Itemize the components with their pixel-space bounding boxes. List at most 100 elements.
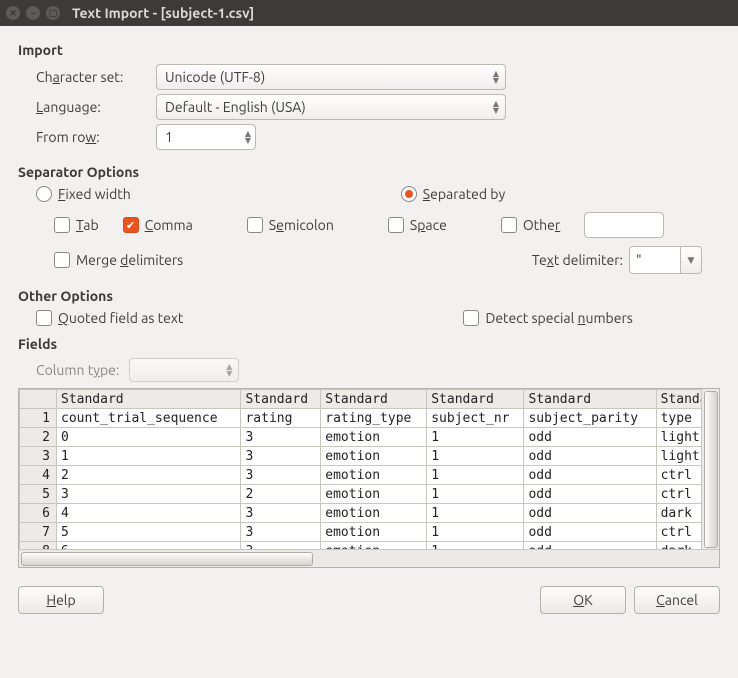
chevron-up-down-icon: ▲▼ [493,70,499,84]
data-cell: 1 [427,447,524,466]
data-cell: 3 [241,447,321,466]
chevron-up-down-icon: ▲▼ [226,363,232,377]
corner-cell [20,390,57,409]
data-cell: rating_type [321,409,427,428]
data-cell: odd [524,542,656,550]
data-cell: odd [524,466,656,485]
data-cell: 1 [427,504,524,523]
detect-numbers-label: Detect special numbers [485,310,632,326]
data-cell: 1 [427,485,524,504]
from-row-label: From row: [36,129,156,145]
semicolon-checkbox[interactable]: Semicolon [247,217,334,233]
column-type-header[interactable]: Standard [427,390,524,409]
comma-checkbox[interactable]: ✔ Comma [123,217,193,233]
data-cell: odd [524,504,656,523]
data-cell: odd [524,485,656,504]
row-number: 2 [20,428,57,447]
column-type-header[interactable]: Standard [241,390,321,409]
column-type-dropdown[interactable]: ▲▼ [129,358,239,382]
space-checkbox[interactable]: Space [388,217,447,233]
other-options-heading: Other Options [18,288,720,304]
from-row-value: 1 [165,129,173,145]
checkbox-icon [247,217,263,233]
data-cell: emotion [321,466,427,485]
data-cell: 1 [57,447,241,466]
data-cell: 6 [57,542,241,550]
data-cell: emotion [321,428,427,447]
tab-label: Tab [76,217,99,233]
text-delimiter-label: Text delimiter: [532,252,623,268]
language-value: Default - English (USA) [165,99,306,115]
detect-numbers-checkbox[interactable]: Detect special numbers [463,310,632,326]
checkbox-icon [388,217,404,233]
data-cell: 3 [241,542,321,550]
window-title: Text Import - [subject-1.csv] [72,5,254,21]
language-dropdown[interactable]: Default - English (USA) ▲▼ [156,94,506,120]
checkbox-icon: ✔ [123,217,139,233]
cancel-button[interactable]: Cancel [634,586,720,614]
tab-checkbox[interactable]: Tab [54,217,99,233]
vertical-scrollbar[interactable] [701,389,719,550]
checkbox-icon [36,310,52,326]
data-cell: 0 [57,428,241,447]
data-cell: 2 [57,466,241,485]
row-number: 3 [20,447,57,466]
text-delimiter-dropdown-button[interactable]: ▼ [681,246,702,274]
minimize-icon[interactable]: – [26,6,40,20]
data-cell: odd [524,447,656,466]
checkbox-icon [54,217,70,233]
data-cell: 1 [427,542,524,550]
separated-by-radio[interactable]: Separated by [401,186,505,202]
data-cell: 3 [57,485,241,504]
data-cell: 3 [241,466,321,485]
column-type-header[interactable]: Standard [524,390,656,409]
other-label: Other [523,217,560,233]
row-number: 6 [20,504,57,523]
separated-by-label: Separated by [423,186,505,202]
separator-heading: Separator Options [18,164,720,180]
fixed-width-radio[interactable]: Fixed width [36,186,131,202]
checkbox-icon [54,252,70,268]
column-type-label: Column type: [36,362,119,378]
data-cell: 1 [427,466,524,485]
data-cell: odd [524,428,656,447]
space-label: Space [410,217,447,233]
quoted-field-checkbox[interactable]: Quoted field as text [36,310,183,326]
data-cell: 2 [241,485,321,504]
close-icon[interactable]: ✕ [6,6,20,20]
radio-icon [36,186,52,202]
data-cell: 4 [57,504,241,523]
comma-label: Comma [145,217,193,233]
row-number: 5 [20,485,57,504]
text-delimiter-input[interactable]: " [629,246,681,274]
row-number: 1 [20,409,57,428]
merge-delimiters-checkbox[interactable]: Merge delimiters [54,252,183,268]
fixed-width-label: Fixed width [58,186,131,202]
ok-button[interactable]: OK [540,586,626,614]
semicolon-label: Semicolon [269,217,334,233]
import-heading: Import [18,42,720,58]
column-type-header[interactable]: Standard [321,390,427,409]
column-type-header[interactable]: Standard [57,390,241,409]
data-cell: emotion [321,504,427,523]
charset-label: Character set: [36,69,156,85]
help-button[interactable]: Help [18,586,104,614]
data-cell: 3 [241,428,321,447]
from-row-spinner[interactable]: 1 ▲▼ [156,124,256,150]
data-cell: 3 [241,523,321,542]
fields-heading: Fields [18,336,720,352]
data-cell: subject_nr [427,409,524,428]
maximize-icon[interactable]: ▢ [46,6,60,20]
other-input[interactable] [584,212,664,238]
quoted-field-label: Quoted field as text [58,310,183,326]
row-number: 8 [20,542,57,550]
checkbox-icon [463,310,479,326]
language-label: Language: [36,99,156,115]
row-number: 7 [20,523,57,542]
preview-grid[interactable]: StandardStandardStandardStandardStandard… [18,388,720,568]
other-checkbox[interactable]: Other [501,217,560,233]
data-cell: odd [524,523,656,542]
merge-delimiters-label: Merge delimiters [76,252,183,268]
charset-dropdown[interactable]: Unicode (UTF-8) ▲▼ [156,64,506,90]
horizontal-scrollbar[interactable] [19,549,719,567]
